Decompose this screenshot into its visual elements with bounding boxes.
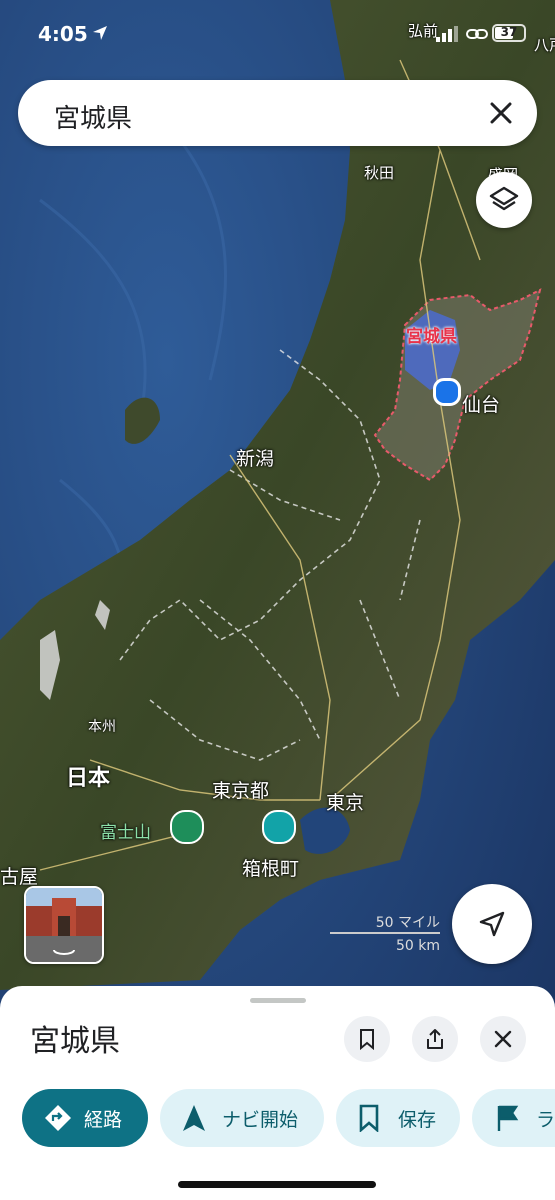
map-label-sendai[interactable]: 仙台	[462, 390, 500, 417]
map-label-akita[interactable]: 秋田	[364, 162, 394, 183]
search-bar[interactable]: 宮城県	[18, 80, 537, 146]
scale-line	[330, 932, 440, 934]
status-time: 4:05	[38, 22, 88, 46]
navigation-arrow-icon	[479, 911, 505, 937]
bookmark-button[interactable]	[344, 1016, 390, 1062]
share-button[interactable]	[412, 1016, 458, 1062]
sheet-drag-handle[interactable]	[250, 998, 306, 1003]
layers-button[interactable]	[476, 172, 532, 228]
map-label-miyagi[interactable]: 宮城県	[406, 322, 457, 347]
map-label-fuji[interactable]: 富士山	[100, 818, 151, 843]
signal-icon	[436, 26, 458, 42]
street-view-thumbnail[interactable]	[24, 886, 104, 964]
location-arrow-icon	[93, 26, 107, 40]
start-navigation-button[interactable]: ナビ開始	[160, 1089, 324, 1147]
bookmark-icon	[359, 1104, 379, 1132]
close-icon[interactable]	[485, 97, 517, 129]
home-indicator[interactable]	[178, 1181, 376, 1188]
share-icon	[427, 1029, 443, 1049]
close-sheet-button[interactable]	[480, 1016, 526, 1062]
start-navigation-label: ナビ開始	[222, 1109, 299, 1131]
map-label-hakone[interactable]: 箱根町	[242, 854, 299, 881]
place-title: 宮城県	[30, 1024, 120, 1059]
map-label-tokyo[interactable]: 東京	[326, 788, 364, 815]
map-label-niigata[interactable]: 新潟	[236, 444, 274, 471]
scale-imperial: 50 マイル	[375, 915, 440, 931]
save-button[interactable]: 保存	[336, 1089, 460, 1147]
search-query[interactable]: 宮城県	[54, 98, 132, 135]
close-icon	[494, 1030, 512, 1048]
navigation-icon	[183, 1105, 205, 1131]
flag-icon	[497, 1105, 519, 1131]
save-label: 保存	[398, 1109, 437, 1131]
scale-metric: 50 km	[395, 938, 440, 954]
battery-level: 37	[500, 25, 518, 39]
current-location-dot	[433, 378, 461, 406]
label-label: ラ	[536, 1109, 555, 1131]
saved-place-icon[interactable]	[262, 810, 296, 844]
directions-label: 経路	[84, 1109, 123, 1131]
map-label-honshu[interactable]: 本州	[88, 716, 116, 736]
directions-icon	[45, 1105, 71, 1131]
my-location-button[interactable]	[452, 884, 532, 964]
map-label-nagoya[interactable]: 古屋	[0, 862, 38, 889]
link-icon	[466, 29, 488, 39]
bookmark-icon	[360, 1029, 374, 1050]
map-scale: 50 マイル 50 km	[330, 908, 442, 958]
battery-icon: 37	[492, 24, 526, 42]
layers-icon	[489, 186, 519, 211]
map-label-tokyo-to[interactable]: 東京都	[212, 776, 269, 803]
status-bar: 4:05 37	[0, 0, 555, 70]
place-sheet[interactable]: 宮城県 経路 ナビ開始 保存 ラ	[0, 986, 555, 1200]
map-label-nihon[interactable]: 日本	[66, 760, 110, 792]
directions-button[interactable]: 経路	[22, 1089, 148, 1147]
fuji-mountain-icon[interactable]	[170, 810, 204, 844]
label-button[interactable]: ラ	[472, 1089, 555, 1147]
